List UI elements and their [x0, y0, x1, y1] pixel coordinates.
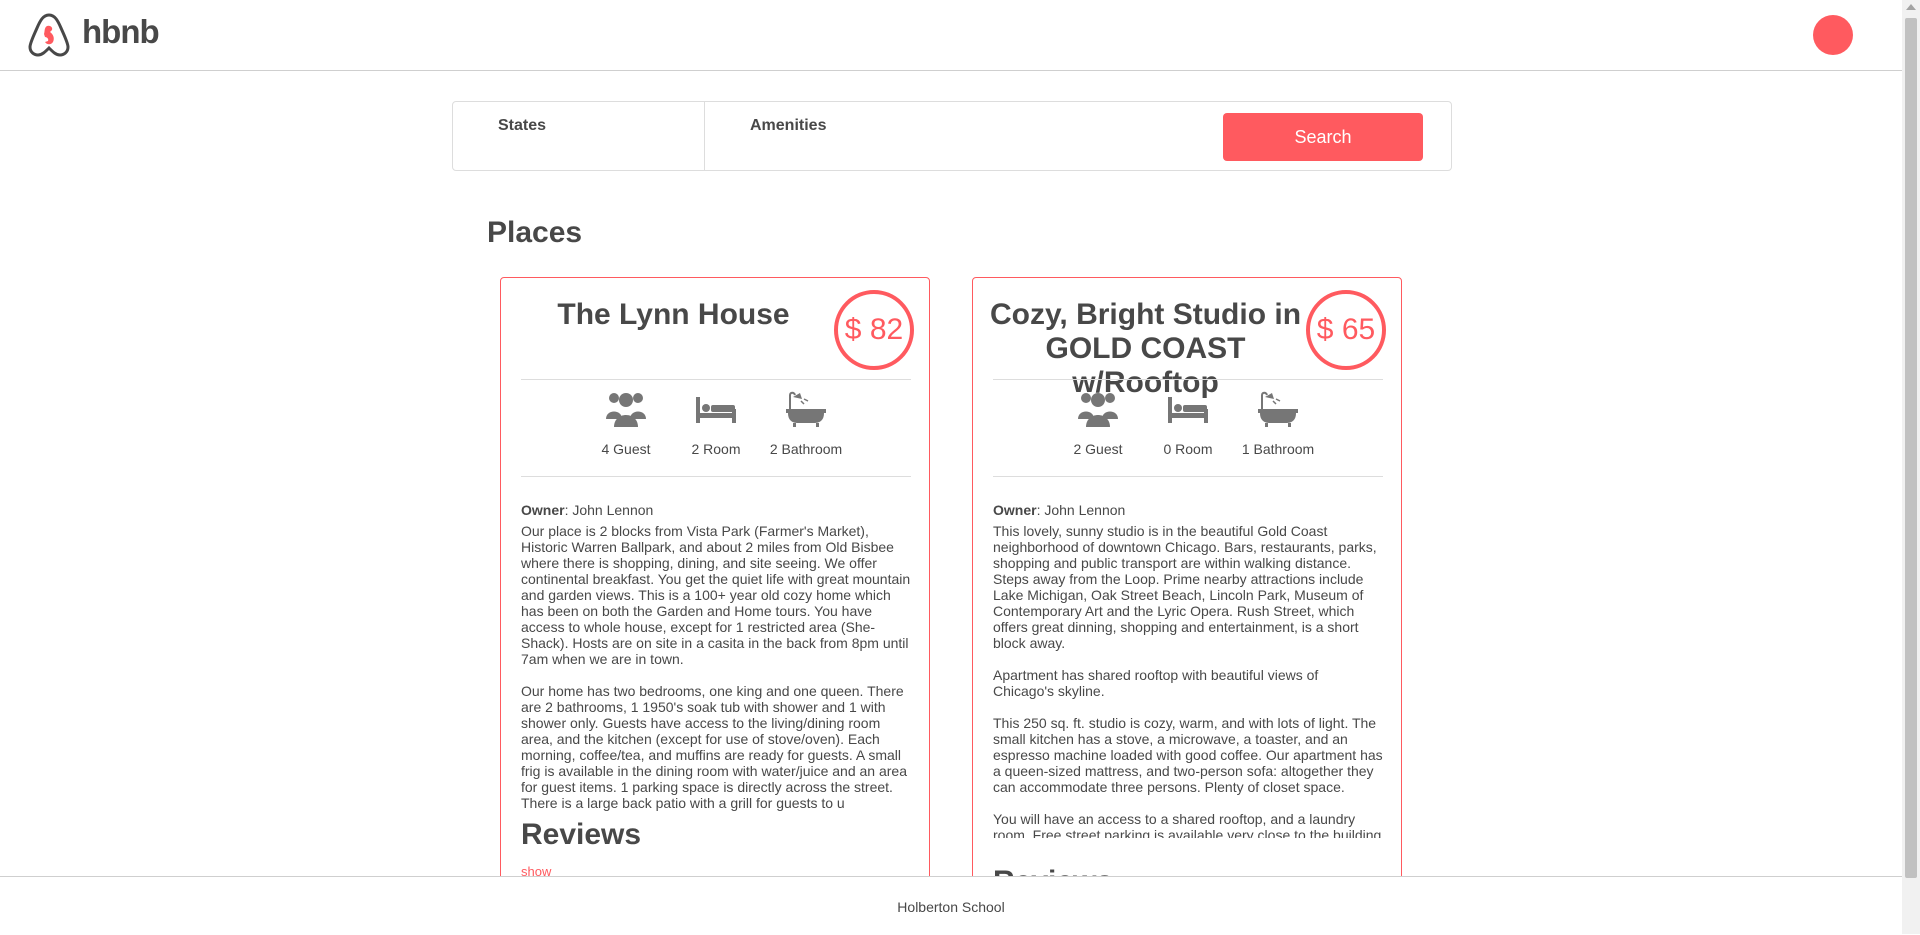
logo-text: hbnb	[82, 13, 160, 50]
place-card: Cozy, Bright Studio in GOLD COAST w/Roof…	[972, 277, 1402, 897]
owner-line: Owner: John Lennon	[993, 502, 1125, 518]
rooms-count: 2 Room	[691, 441, 741, 457]
owner-name: : John Lennon	[1036, 502, 1126, 518]
place-title: Cozy, Bright Studio in GOLD COAST w/Roof…	[989, 298, 1302, 399]
divider	[521, 379, 911, 380]
rooms-info: 0 Room	[1143, 389, 1233, 457]
bathrooms-info: 2 Bathroom	[761, 389, 851, 457]
description-paragraph: This lovely, sunny studio is in the beau…	[993, 523, 1377, 651]
page-scrollbar[interactable]	[1902, 0, 1920, 934]
states-filter-label: States	[498, 117, 547, 134]
bed-icon	[1168, 397, 1208, 423]
bathrooms-count: 2 Bathroom	[769, 441, 843, 457]
filters-bar: States Amenities Search	[452, 101, 1452, 171]
guests-icon	[606, 393, 646, 427]
owner-name: : John Lennon	[564, 502, 654, 518]
guests-icon	[1078, 393, 1118, 427]
description-paragraph: Our place is 2 blocks from Vista Park (F…	[521, 523, 911, 667]
search-button[interactable]: Search	[1223, 113, 1423, 161]
states-filter[interactable]: States	[453, 102, 705, 170]
place-info: 4 Guest 2 Room 2 Bathroom	[581, 389, 851, 469]
place-card: The Lynn House $ 82 4 Guest 2 Room 2 Bat…	[500, 277, 930, 897]
rooms-info: 2 Room	[671, 389, 761, 457]
amenities-filter[interactable]: Amenities	[705, 102, 1205, 170]
footer-text: Holberton School	[897, 899, 1005, 915]
site-footer: Holberton School	[0, 876, 1902, 935]
hbnb-logo-icon[interactable]	[26, 12, 72, 58]
description-paragraph: You will have an access to a shared roof…	[993, 811, 1382, 838]
bathtub-icon	[786, 391, 826, 427]
description-paragraph: Our home has two bedrooms, one king and …	[521, 683, 907, 811]
place-description: Our place is 2 blocks from Vista Park (F…	[521, 523, 911, 813]
description-paragraph: Apartment has shared rooftop with beauti…	[993, 667, 1319, 699]
place-description: This lovely, sunny studio is in the beau…	[993, 523, 1383, 838]
divider	[521, 476, 911, 477]
description-paragraph: This 250 sq. ft. studio is cozy, warm, a…	[993, 715, 1383, 795]
bathrooms-count: 1 Bathroom	[1241, 441, 1315, 457]
scroll-up-arrow-icon[interactable]	[1906, 4, 1916, 10]
user-avatar[interactable]	[1813, 15, 1853, 55]
price-badge: $ 65	[1306, 290, 1386, 370]
bathrooms-info: 1 Bathroom	[1233, 389, 1323, 457]
divider	[993, 476, 1383, 477]
place-info: 2 Guest 0 Room 1 Bathroom	[1053, 389, 1323, 469]
guests-count: 2 Guest	[1073, 441, 1123, 457]
guests-count: 4 Guest	[601, 441, 651, 457]
places-heading: Places	[487, 216, 583, 249]
site-header: hbnb	[0, 0, 1902, 71]
amenities-filter-label: Amenities	[750, 117, 827, 134]
bed-icon	[696, 397, 736, 423]
place-title: The Lynn House	[557, 298, 790, 331]
owner-line: Owner: John Lennon	[521, 502, 653, 518]
guests-info: 2 Guest	[1053, 389, 1143, 457]
owner-label: Owner	[993, 502, 1037, 518]
price-badge: $ 82	[834, 290, 914, 370]
reviews-heading: Reviews	[521, 818, 642, 851]
bathtub-icon	[1258, 391, 1298, 427]
scrollbar-thumb[interactable]	[1905, 18, 1917, 878]
divider	[993, 379, 1383, 380]
owner-label: Owner	[521, 502, 565, 518]
guests-info: 4 Guest	[581, 389, 671, 457]
rooms-count: 0 Room	[1163, 441, 1213, 457]
